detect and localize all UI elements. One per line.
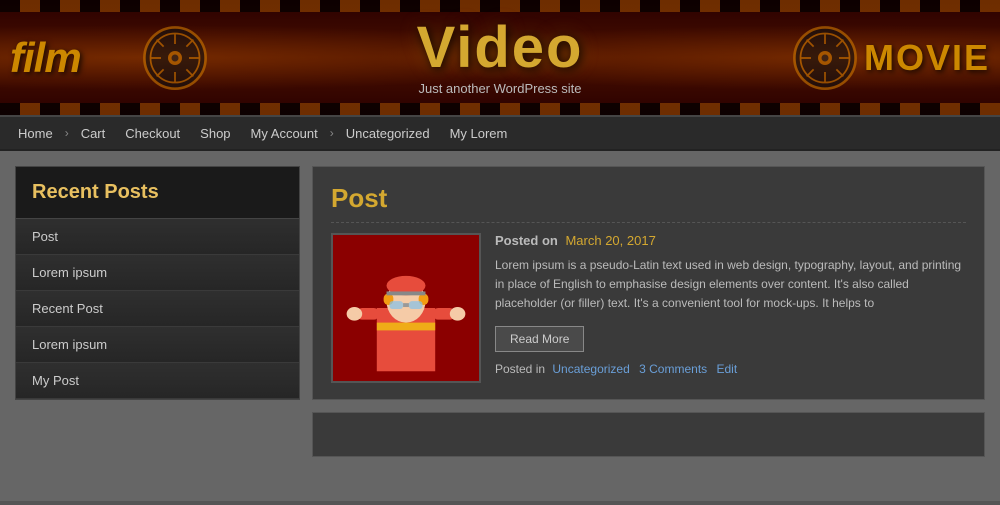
posted-on-date: March 20, 2017 [565, 233, 655, 248]
film-reel-right-icon [790, 23, 860, 93]
post-title: Post [331, 183, 966, 223]
worker-illustration [333, 235, 479, 381]
sidebar: Recent Posts Post Lorem ipsum Recent Pos… [15, 166, 300, 486]
nav-uncategorized[interactable]: Uncategorized [336, 117, 440, 149]
nav-my-lorem[interactable]: My Lorem [440, 117, 518, 149]
nav-shop[interactable]: Shop [190, 117, 240, 149]
list-item: Recent Post [16, 291, 299, 327]
recent-post-link-3[interactable]: Recent Post [16, 291, 299, 326]
thumbnail-image [333, 235, 479, 381]
posted-on-line: Posted on March 20, 2017 [495, 233, 966, 248]
comments-link[interactable]: 3 Comments [639, 362, 707, 376]
post-content-row: Posted on March 20, 2017 Lorem ipsum is … [331, 233, 966, 383]
header-center: Video Just another WordPress site [417, 19, 584, 96]
recent-posts-title: Recent Posts [16, 167, 299, 219]
recent-posts-list: Post Lorem ipsum Recent Post Lorem ipsum… [16, 219, 299, 399]
post-excerpt: Lorem ipsum is a pseudo-Latin text used … [495, 256, 966, 314]
main-navigation: Home › Cart Checkout Shop My Account › U… [0, 115, 1000, 151]
edit-link[interactable]: Edit [717, 362, 738, 376]
list-item: Lorem ipsum [16, 327, 299, 363]
nav-cart[interactable]: Cart [71, 117, 116, 149]
read-more-button[interactable]: Read More [495, 326, 584, 352]
recent-post-link-2[interactable]: Lorem ipsum [16, 255, 299, 290]
film-label: film [10, 34, 81, 82]
recent-posts-widget: Recent Posts Post Lorem ipsum Recent Pos… [15, 166, 300, 400]
list-item: My Post [16, 363, 299, 399]
nav-home[interactable]: Home [8, 117, 63, 149]
recent-post-link-1[interactable]: Post [16, 219, 299, 254]
list-item: Post [16, 219, 299, 255]
nav-checkout[interactable]: Checkout [115, 117, 190, 149]
nav-chevron-1: › [63, 126, 71, 140]
post-thumbnail [331, 233, 481, 383]
main-container: Recent Posts Post Lorem ipsum Recent Pos… [0, 151, 1000, 501]
category-link[interactable]: Uncategorized [552, 362, 629, 376]
film-reel-left-icon [140, 23, 210, 93]
posted-in-label: Posted in [495, 362, 545, 376]
movie-label: MOVIE [864, 37, 990, 79]
list-item: Lorem ipsum [16, 255, 299, 291]
posted-on-label: Posted on [495, 233, 558, 248]
header-film-left: film [0, 0, 220, 115]
post-card: Post [312, 166, 985, 400]
site-header: film Video Just another WordPress site M… [0, 0, 1000, 115]
nav-my-account[interactable]: My Account [241, 117, 328, 149]
post-footer: Posted in Uncategorized 3 Comments Edit [495, 362, 966, 376]
recent-post-link-5[interactable]: My Post [16, 363, 299, 398]
content-area: Post [312, 166, 985, 486]
recent-post-link-4[interactable]: Lorem ipsum [16, 327, 299, 362]
header-film-right: MOVIE [780, 0, 1000, 115]
post-card-partial [312, 412, 985, 457]
site-tagline: Just another WordPress site [417, 81, 584, 96]
nav-chevron-2: › [328, 126, 336, 140]
post-meta: Posted on March 20, 2017 Lorem ipsum is … [495, 233, 966, 383]
site-title: Video [417, 19, 584, 77]
